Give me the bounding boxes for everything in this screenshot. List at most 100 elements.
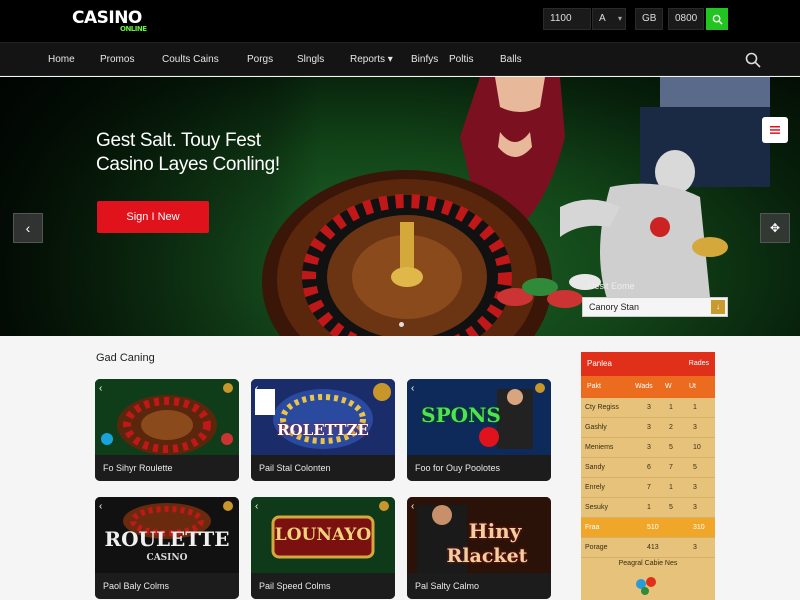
leaderboard-row[interactable]: Gashly 3 2 3 <box>581 418 715 438</box>
hero-form-value: Canory Stan <box>589 302 640 312</box>
section-title: Gad Caning <box>96 352 155 364</box>
row-value: 3 <box>693 544 697 551</box>
row-value: 2 <box>669 424 673 431</box>
column-header: Wads <box>635 383 653 390</box>
game-card-art-subtitle: CASINO <box>146 553 188 563</box>
top-bar: CASINO ONLINE 1100 A ▾ GB 0800 <box>0 0 800 42</box>
player-name: Porage <box>585 544 608 551</box>
amount-field[interactable]: 0800 <box>668 8 704 30</box>
nav-item-slngls[interactable]: Slngls <box>297 43 324 77</box>
row-value: 1 <box>647 504 651 511</box>
hero-title-line2: Casino Layes Conling! <box>96 154 280 175</box>
game-card-label: Paol Baly Colms <box>95 573 239 599</box>
nav-item-porgs[interactable]: Porgs <box>247 43 273 77</box>
game-card-art-title: LOUNAYO <box>274 525 372 545</box>
coin-icon <box>223 501 233 511</box>
row-value: 10 <box>693 444 701 451</box>
carousel-dot[interactable] <box>399 322 404 327</box>
leaderboard-footer: Peagral Cabie Nes <box>618 560 678 567</box>
leaderboard-title-right[interactable]: Rades <box>689 352 709 376</box>
currency-select[interactable]: A ▾ <box>592 8 626 30</box>
balance-field[interactable]: 1100 <box>543 8 591 30</box>
leaderboard-row[interactable]: Sesuky 1 5 3 <box>581 498 715 518</box>
main-nav: Home Promos Coults Cains Porgs Slngls Re… <box>0 42 800 76</box>
hero-form-go-button[interactable]: ↓ <box>711 300 725 314</box>
player-name: Gashly <box>585 424 607 431</box>
row-value: 5 <box>669 504 673 511</box>
nav-item-coults[interactable]: Coults Cains <box>162 43 219 77</box>
nav-item-reports[interactable]: Reports ▾ <box>350 43 393 77</box>
nav-item-binfys[interactable]: Binfys <box>411 43 438 77</box>
game-card-label: Pail Stal Colonten <box>251 455 395 481</box>
game-card[interactable]: ROLETTZE ‹ Pail Stal Colonten <box>251 379 395 481</box>
coin-icon <box>379 501 389 511</box>
leaderboard-row[interactable]: Cty Regiss 3 1 1 <box>581 398 715 418</box>
game-card[interactable]: LOUNAYO ‹ Pail Speed Colms <box>251 497 395 599</box>
chip-icons <box>636 577 656 595</box>
leaderboard-row[interactable]: Porage 413 3 <box>581 538 715 558</box>
row-value: 413 <box>647 544 659 551</box>
puzzle-icon: ✥ <box>769 221 781 235</box>
game-card-art-title: ROLETTZE <box>277 421 369 439</box>
row-value: 3 <box>693 504 697 511</box>
casino-logo[interactable]: CASINO ONLINE <box>72 8 147 33</box>
chevron-left-icon: ‹ <box>255 501 259 512</box>
row-value: 5 <box>669 444 673 451</box>
chevron-left-icon: ‹ <box>99 383 103 394</box>
player-name: Cty Regiss <box>585 404 619 411</box>
game-card-label: Fo Sihyr Roulette <box>95 455 239 481</box>
leaderboard-row[interactable]: Meniems 3 5 10 <box>581 438 715 458</box>
player-name: Sandy <box>585 464 605 471</box>
balance-value: 1100 <box>550 13 572 24</box>
game-card[interactable]: Hiny Rlacket ‹ Pal Salty Calmo <box>407 497 551 599</box>
game-card-label: Foo for Ouy Poolotes <box>407 455 551 481</box>
chevron-left-icon: ‹ <box>99 501 103 512</box>
side-menu-button[interactable] <box>762 117 788 143</box>
search-icon[interactable] <box>745 52 761 68</box>
hero-headline: Gest Salt. Touy Fest Casino Layes Conlin… <box>96 129 336 177</box>
row-value: 5 <box>693 464 697 471</box>
game-card[interactable]: ‹ Fo Sihyr Roulette <box>95 379 239 481</box>
game-card-art-title: Hiny <box>468 519 522 543</box>
currency-value: A <box>599 13 606 24</box>
search-go-button[interactable] <box>706 8 728 30</box>
game-card-art-subtitle: Rlacket <box>446 545 528 567</box>
leaderboard-header: Panlea Rades <box>581 352 715 376</box>
nav-item-poltis[interactable]: Poltis <box>449 43 473 77</box>
leaderboard-columns: Pakt Wads W Ut <box>581 376 715 398</box>
game-card-label: Pail Speed Colms <box>251 573 395 599</box>
row-value: 310 <box>693 524 705 531</box>
sign-in-button[interactable]: Sign I New <box>97 201 209 233</box>
leaderboard-row[interactable]: Sandy 6 7 5 <box>581 458 715 478</box>
list-icon <box>770 126 780 134</box>
game-card[interactable]: SPONS ‹ Foo for Ouy Poolotes <box>407 379 551 481</box>
row-value: 7 <box>647 484 651 491</box>
carousel-prev-button[interactable]: ‹ <box>13 213 43 243</box>
column-header: Pakt <box>587 383 602 390</box>
nav-item-home[interactable]: Home <box>48 43 75 77</box>
row-value: 1 <box>669 484 673 491</box>
search-icon <box>712 14 723 25</box>
row-value: 3 <box>647 404 651 411</box>
leaderboard-row[interactable]: Enrely 7 1 3 <box>581 478 715 498</box>
leaderboard-row[interactable]: Fraa 510 310 <box>581 518 715 538</box>
nav-item-balls[interactable]: Balls <box>500 43 522 77</box>
player-name: Sesuky <box>585 504 608 511</box>
row-value: 6 <box>647 464 651 471</box>
region-select[interactable]: GB <box>635 8 663 30</box>
logo-subtext: ONLINE <box>120 25 147 33</box>
row-value: 3 <box>693 484 697 491</box>
region-value: GB <box>642 13 657 24</box>
nav-item-promos[interactable]: Promos <box>100 43 134 77</box>
hero-form-input[interactable]: Canory Stan ↓ <box>582 297 728 317</box>
game-card[interactable]: ROULETTE CASINO ‹ Paol Baly Colms <box>95 497 239 599</box>
chevron-left-icon: ‹ <box>25 220 31 236</box>
game-card-art-title: SPONS <box>421 403 501 427</box>
hero-form-label: Uesit Eome <box>588 281 635 291</box>
row-value: 3 <box>647 444 651 451</box>
carousel-next-button[interactable]: ✥ <box>760 213 790 243</box>
player-name: Enrely <box>585 484 605 491</box>
column-header: Ut <box>689 383 696 390</box>
row-value: 1 <box>693 404 697 411</box>
chevron-left-icon: ‹ <box>255 383 259 394</box>
